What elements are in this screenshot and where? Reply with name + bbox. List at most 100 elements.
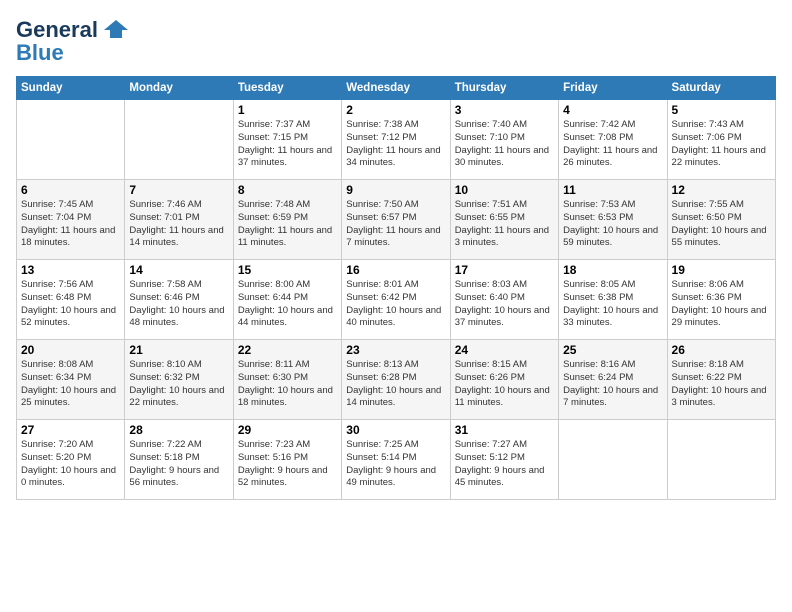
day-number: 9	[346, 183, 445, 197]
day-info: Sunrise: 7:51 AM Sunset: 6:55 PM Dayligh…	[455, 199, 554, 250]
calendar-cell: 10 Sunrise: 7:51 AM Sunset: 6:55 PM Dayli…	[450, 180, 558, 260]
day-number: 26	[672, 343, 771, 357]
day-info: Sunrise: 8:05 AM Sunset: 6:38 PM Dayligh…	[563, 279, 662, 330]
day-number: 11	[563, 183, 662, 197]
calendar-cell: 21 Sunrise: 8:10 AM Sunset: 6:32 PM Dayli…	[125, 340, 233, 420]
day-info: Sunrise: 7:53 AM Sunset: 6:53 PM Dayligh…	[563, 199, 662, 250]
calendar-cell: 11 Sunrise: 7:53 AM Sunset: 6:53 PM Dayli…	[559, 180, 667, 260]
calendar-cell: 17 Sunrise: 8:03 AM Sunset: 6:40 PM Dayli…	[450, 260, 558, 340]
day-number: 28	[129, 423, 228, 437]
day-number: 21	[129, 343, 228, 357]
day-number: 6	[21, 183, 120, 197]
day-info: Sunrise: 7:22 AM Sunset: 5:18 PM Dayligh…	[129, 439, 228, 490]
day-info: Sunrise: 8:13 AM Sunset: 6:28 PM Dayligh…	[346, 359, 445, 410]
day-number: 29	[238, 423, 337, 437]
day-info: Sunrise: 7:40 AM Sunset: 7:10 PM Dayligh…	[455, 119, 554, 170]
day-info: Sunrise: 8:01 AM Sunset: 6:42 PM Dayligh…	[346, 279, 445, 330]
logo-blue: Blue	[16, 40, 64, 66]
calendar-cell: 27 Sunrise: 7:20 AM Sunset: 5:20 PM Dayli…	[17, 420, 125, 500]
calendar-cell: 30Sunrise: 7:25 AM Sunset: 5:14 PM Dayli…	[342, 420, 450, 500]
calendar-week-row: 13 Sunrise: 7:56 AM Sunset: 6:48 PM Dayli…	[17, 260, 776, 340]
day-number: 5	[672, 103, 771, 117]
day-info: Sunrise: 7:42 AM Sunset: 7:08 PM Dayligh…	[563, 119, 662, 170]
calendar-cell: 4 Sunrise: 7:42 AM Sunset: 7:08 PM Daylig…	[559, 100, 667, 180]
weekday-header-thursday: Thursday	[450, 77, 558, 100]
weekday-header-monday: Monday	[125, 77, 233, 100]
calendar-cell: 1Sunrise: 7:37 AM Sunset: 7:15 PM Daylig…	[233, 100, 341, 180]
calendar-cell: 23 Sunrise: 8:13 AM Sunset: 6:28 PM Dayli…	[342, 340, 450, 420]
calendar-week-row: 27 Sunrise: 7:20 AM Sunset: 5:20 PM Dayli…	[17, 420, 776, 500]
calendar-week-row: 1Sunrise: 7:37 AM Sunset: 7:15 PM Daylig…	[17, 100, 776, 180]
calendar-cell: 28 Sunrise: 7:22 AM Sunset: 5:18 PM Dayli…	[125, 420, 233, 500]
day-info: Sunrise: 8:10 AM Sunset: 6:32 PM Dayligh…	[129, 359, 228, 410]
day-info: Sunrise: 7:27 AM Sunset: 5:12 PM Dayligh…	[455, 439, 554, 490]
day-info: Sunrise: 7:56 AM Sunset: 6:48 PM Dayligh…	[21, 279, 120, 330]
day-info: Sunrise: 7:23 AM Sunset: 5:16 PM Dayligh…	[238, 439, 337, 490]
day-number: 4	[563, 103, 662, 117]
page-header: General Blue	[16, 16, 776, 66]
day-number: 24	[455, 343, 554, 357]
day-info: Sunrise: 8:16 AM Sunset: 6:24 PM Dayligh…	[563, 359, 662, 410]
day-number: 19	[672, 263, 771, 277]
calendar-cell: 19Sunrise: 8:06 AM Sunset: 6:36 PM Dayli…	[667, 260, 775, 340]
day-number: 10	[455, 183, 554, 197]
calendar-cell: 29 Sunrise: 7:23 AM Sunset: 5:16 PM Dayli…	[233, 420, 341, 500]
logo-bird-icon	[102, 16, 130, 44]
day-number: 8	[238, 183, 337, 197]
calendar-cell: 15Sunrise: 8:00 AM Sunset: 6:44 PM Dayli…	[233, 260, 341, 340]
calendar-cell	[125, 100, 233, 180]
calendar-table: SundayMondayTuesdayWednesdayThursdayFrid…	[16, 76, 776, 500]
day-info: Sunrise: 7:25 AM Sunset: 5:14 PM Dayligh…	[346, 439, 445, 490]
calendar-header-row: SundayMondayTuesdayWednesdayThursdayFrid…	[17, 77, 776, 100]
day-info: Sunrise: 7:20 AM Sunset: 5:20 PM Dayligh…	[21, 439, 120, 490]
calendar-cell: 12 Sunrise: 7:55 AM Sunset: 6:50 PM Dayli…	[667, 180, 775, 260]
day-number: 20	[21, 343, 120, 357]
day-info: Sunrise: 7:55 AM Sunset: 6:50 PM Dayligh…	[672, 199, 771, 250]
calendar-cell: 26 Sunrise: 8:18 AM Sunset: 6:22 PM Dayli…	[667, 340, 775, 420]
calendar-week-row: 20 Sunrise: 8:08 AM Sunset: 6:34 PM Dayli…	[17, 340, 776, 420]
weekday-header-saturday: Saturday	[667, 77, 775, 100]
day-number: 22	[238, 343, 337, 357]
day-number: 18	[563, 263, 662, 277]
day-number: 31	[455, 423, 554, 437]
day-number: 25	[563, 343, 662, 357]
day-info: Sunrise: 7:38 AM Sunset: 7:12 PM Dayligh…	[346, 119, 445, 170]
calendar-cell: 9 Sunrise: 7:50 AM Sunset: 6:57 PM Daylig…	[342, 180, 450, 260]
day-number: 3	[455, 103, 554, 117]
day-info: Sunrise: 7:45 AM Sunset: 7:04 PM Dayligh…	[21, 199, 120, 250]
day-number: 16	[346, 263, 445, 277]
day-info: Sunrise: 7:48 AM Sunset: 6:59 PM Dayligh…	[238, 199, 337, 250]
day-info: Sunrise: 8:18 AM Sunset: 6:22 PM Dayligh…	[672, 359, 771, 410]
calendar-cell: 22 Sunrise: 8:11 AM Sunset: 6:30 PM Dayli…	[233, 340, 341, 420]
day-number: 12	[672, 183, 771, 197]
day-number: 17	[455, 263, 554, 277]
calendar-cell: 24 Sunrise: 8:15 AM Sunset: 6:26 PM Dayli…	[450, 340, 558, 420]
day-number: 13	[21, 263, 120, 277]
day-number: 7	[129, 183, 228, 197]
calendar-cell: 3 Sunrise: 7:40 AM Sunset: 7:10 PM Daylig…	[450, 100, 558, 180]
day-number: 23	[346, 343, 445, 357]
day-number: 27	[21, 423, 120, 437]
day-info: Sunrise: 8:08 AM Sunset: 6:34 PM Dayligh…	[21, 359, 120, 410]
day-number: 15	[238, 263, 337, 277]
day-info: Sunrise: 7:46 AM Sunset: 7:01 PM Dayligh…	[129, 199, 228, 250]
calendar-cell: 7 Sunrise: 7:46 AM Sunset: 7:01 PM Daylig…	[125, 180, 233, 260]
calendar-cell	[17, 100, 125, 180]
day-info: Sunrise: 7:50 AM Sunset: 6:57 PM Dayligh…	[346, 199, 445, 250]
calendar-cell: 25 Sunrise: 8:16 AM Sunset: 6:24 PM Dayli…	[559, 340, 667, 420]
logo: General Blue	[16, 16, 130, 66]
calendar-cell: 13 Sunrise: 7:56 AM Sunset: 6:48 PM Dayli…	[17, 260, 125, 340]
day-info: Sunrise: 8:03 AM Sunset: 6:40 PM Dayligh…	[455, 279, 554, 330]
calendar-cell: 5 Sunrise: 7:43 AM Sunset: 7:06 PM Daylig…	[667, 100, 775, 180]
day-info: Sunrise: 8:11 AM Sunset: 6:30 PM Dayligh…	[238, 359, 337, 410]
day-number: 14	[129, 263, 228, 277]
day-info: Sunrise: 7:43 AM Sunset: 7:06 PM Dayligh…	[672, 119, 771, 170]
weekday-header-friday: Friday	[559, 77, 667, 100]
calendar-cell: 20 Sunrise: 8:08 AM Sunset: 6:34 PM Dayli…	[17, 340, 125, 420]
day-info: Sunrise: 8:15 AM Sunset: 6:26 PM Dayligh…	[455, 359, 554, 410]
day-info: Sunrise: 7:37 AM Sunset: 7:15 PM Dayligh…	[238, 119, 337, 170]
calendar-cell: 6 Sunrise: 7:45 AM Sunset: 7:04 PM Daylig…	[17, 180, 125, 260]
weekday-header-wednesday: Wednesday	[342, 77, 450, 100]
day-number: 2	[346, 103, 445, 117]
calendar-cell: 2 Sunrise: 7:38 AM Sunset: 7:12 PM Daylig…	[342, 100, 450, 180]
